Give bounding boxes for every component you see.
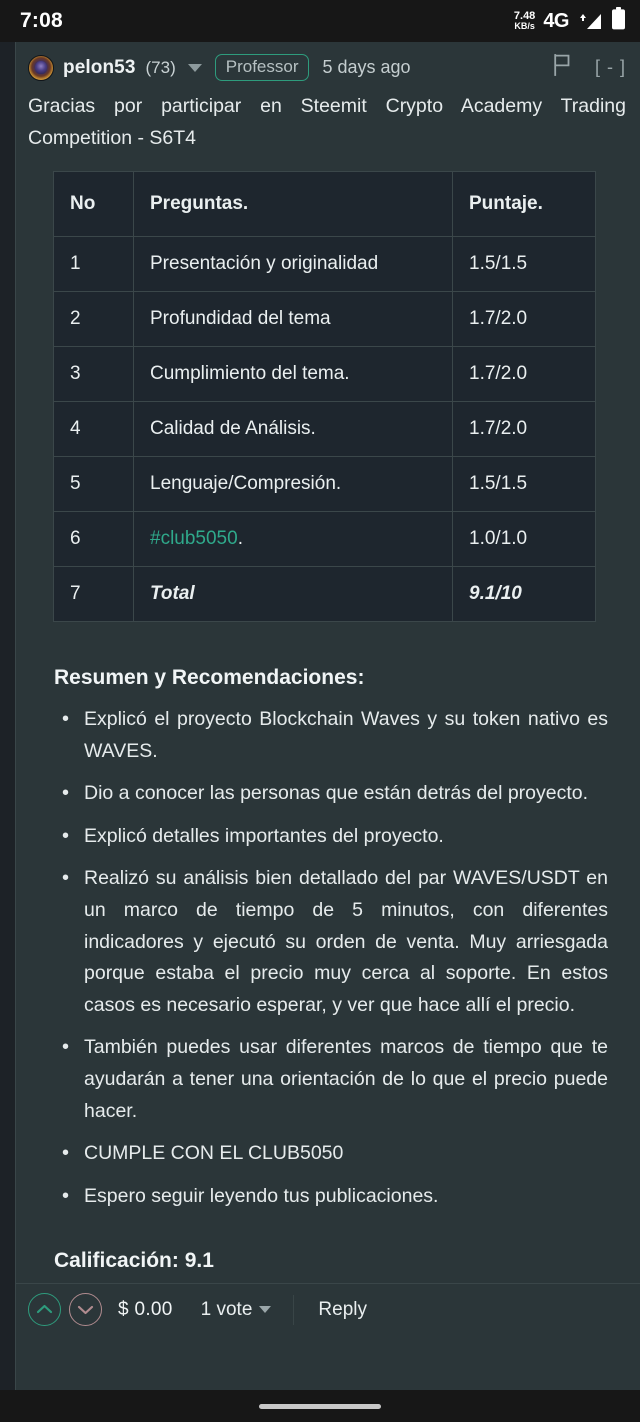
cell-question-total: Total: [133, 566, 453, 623]
cell-score: 1.5/1.5: [452, 456, 596, 513]
table-row: 3 Cumplimiento del tema. 1.7/2.0: [53, 346, 596, 403]
list-item: Espero seguir leyendo tus publicaciones.: [62, 1180, 608, 1213]
network-speed-indicator: 7.48 KB/s: [514, 10, 535, 32]
cell-score: 1.5/1.5: [452, 236, 596, 293]
comment-body: Gracias por participar en Steemit Crypto…: [16, 91, 640, 1283]
comment-footer: $ 0.00 1 vote Reply: [16, 1283, 640, 1337]
upvote-button[interactable]: [28, 1293, 61, 1327]
cell-score: 1.0/1.0: [452, 511, 596, 568]
network-type-label: 4G: [543, 9, 569, 32]
collapse-toggle[interactable]: [ - ]: [595, 57, 626, 78]
cell-score: 1.7/2.0: [452, 291, 596, 348]
score-table-wrapper: No Preguntas. Puntaje. 1 Presentación y …: [28, 171, 626, 623]
cell-score-total: 9.1/10: [452, 566, 596, 623]
chevron-down-icon: [77, 1306, 94, 1315]
table-row: 2 Profundidad del tema 1.7/2.0: [53, 291, 596, 348]
vote-count-label: 1 vote: [200, 1298, 253, 1320]
payout-amount[interactable]: $ 0.00: [118, 1299, 173, 1321]
home-indicator[interactable]: [259, 1403, 381, 1409]
signal-bars-icon: [577, 11, 603, 31]
author-username[interactable]: pelon53: [63, 57, 136, 79]
rating-line: Calificación: 9.1: [54, 1249, 214, 1273]
chevron-down-icon[interactable]: [187, 63, 202, 72]
cell-no: 2: [53, 291, 134, 348]
list-item: CUMPLE CON EL CLUB5050: [62, 1137, 608, 1170]
cell-question-text: .: [237, 528, 243, 550]
total-score: 9.1/10: [469, 583, 522, 605]
table-row: 6 #club5050. 1.0/1.0: [53, 511, 596, 568]
score-table: No Preguntas. Puntaje. 1 Presentación y …: [53, 171, 596, 623]
table-row: 4 Calidad de Análisis. 1.7/2.0: [53, 401, 596, 458]
cell-question: Lenguaje/Compresión.: [133, 456, 453, 513]
cell-no: 6: [53, 511, 134, 568]
gesture-nav-bar: [0, 1390, 640, 1422]
intro-paragraph: Gracias por participar en Steemit Crypto…: [28, 95, 626, 149]
cell-question: #club5050.: [133, 511, 453, 568]
battery-full-icon: [611, 7, 626, 35]
status-bar: 7:08 7.48 KB/s 4G: [0, 0, 640, 42]
th-question: Preguntas.: [133, 171, 453, 238]
total-label: Total: [150, 583, 195, 605]
comment-container: pelon53 (73) Professor 5 days ago [ - ] …: [0, 42, 640, 1390]
chevron-up-icon: [36, 1305, 53, 1314]
cell-question: Presentación y originalidad: [133, 236, 453, 293]
table-row: 1 Presentación y originalidad 1.5/1.5: [53, 236, 596, 293]
th-no: No: [53, 171, 134, 238]
reply-button[interactable]: Reply: [318, 1299, 367, 1321]
status-icons: 7.48 KB/s 4G: [514, 7, 626, 35]
list-item: Dio a conocer las personas que están det…: [62, 777, 608, 810]
cell-no: 4: [53, 401, 134, 458]
list-item: Explicó detalles importantes del proyect…: [62, 820, 608, 853]
comment-card: pelon53 (73) Professor 5 days ago [ - ] …: [15, 42, 640, 1390]
summary-list: Explicó el proyecto Blockchain Waves y s…: [54, 703, 608, 1213]
flag-icon[interactable]: [553, 54, 572, 81]
th-score: Puntaje.: [452, 171, 596, 238]
cell-no: 3: [53, 346, 134, 403]
downvote-button[interactable]: [69, 1293, 102, 1327]
list-item: Explicó el proyecto Blockchain Waves y s…: [62, 703, 608, 767]
cell-no: 7: [53, 566, 134, 623]
summary-heading: Resumen y Recomendaciones:: [54, 666, 365, 690]
cell-question: Calidad de Análisis.: [133, 401, 453, 458]
table-row: 5 Lenguaje/Compresión. 1.5/1.5: [53, 456, 596, 513]
vote-count-dropdown[interactable]: 1 vote: [200, 1294, 295, 1325]
table-header-row: No Preguntas. Puntaje.: [53, 171, 596, 238]
avatar[interactable]: [28, 54, 54, 81]
comment-timestamp[interactable]: 5 days ago: [322, 57, 410, 78]
cell-question: Cumplimiento del tema.: [133, 346, 453, 403]
phone-screen: 7:08 7.48 KB/s 4G pelon53 (73) Professor…: [0, 0, 640, 1422]
cell-question: Profundidad del tema: [133, 291, 453, 348]
cell-no: 1: [53, 236, 134, 293]
hashtag-link[interactable]: #club5050: [150, 528, 238, 549]
caret-down-icon: [259, 1306, 272, 1314]
author-reputation: (73): [145, 57, 176, 77]
clock: 7:08: [20, 9, 63, 32]
cell-no: 5: [53, 456, 134, 513]
thread-indent-rail: [0, 42, 15, 1390]
network-speed-unit: KB/s: [514, 21, 535, 32]
comment-header: pelon53 (73) Professor 5 days ago [ - ]: [16, 42, 640, 91]
table-row: 7 Total 9.1/10: [53, 566, 596, 623]
list-item: También puedes usar diferentes marcos de…: [62, 1031, 608, 1127]
summary-section: Resumen y Recomendaciones: Explicó el pr…: [28, 622, 626, 1212]
cell-score: 1.7/2.0: [452, 401, 596, 458]
list-item: Realizó su análisis bien detallado del p…: [62, 862, 608, 1021]
cell-score: 1.7/2.0: [452, 346, 596, 403]
role-badge: Professor: [214, 54, 310, 81]
